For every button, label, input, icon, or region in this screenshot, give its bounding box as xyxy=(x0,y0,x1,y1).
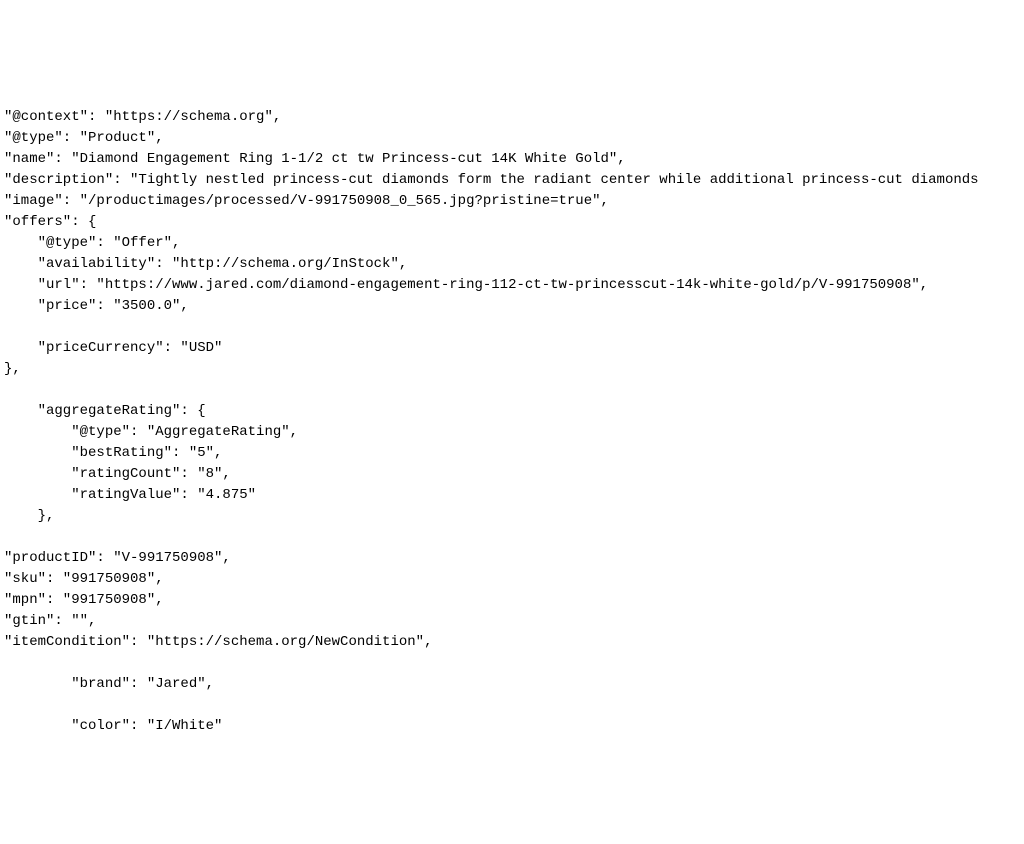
code-line: "price": "3500.0", xyxy=(4,298,189,314)
code-line: "availability": "http://schema.org/InSto… xyxy=(4,256,407,272)
code-line: "aggregateRating": { xyxy=(4,403,206,419)
code-line: "bestRating": "5", xyxy=(4,445,222,461)
code-line: "url": "https://www.jared.com/diamond-en… xyxy=(4,277,928,293)
code-line: }, xyxy=(4,361,21,377)
code-line: "gtin": "", xyxy=(4,613,96,629)
code-line: "ratingCount": "8", xyxy=(4,466,231,482)
code-line: "image": "/productimages/processed/V-991… xyxy=(4,193,609,209)
code-line: "@type": "AggregateRating", xyxy=(4,424,298,440)
code-line: "sku": "991750908", xyxy=(4,571,164,587)
code-line: "@context": "https://schema.org", xyxy=(4,109,281,125)
code-line: "description": "Tightly nestled princess… xyxy=(4,172,979,188)
code-line: "name": "Diamond Engagement Ring 1-1/2 c… xyxy=(4,151,626,167)
code-line: "priceCurrency": "USD" xyxy=(4,340,222,356)
code-line: "@type": "Product", xyxy=(4,130,164,146)
json-code-block: "@context": "https://schema.org", "@type… xyxy=(4,86,1020,737)
code-line: "offers": { xyxy=(4,214,96,230)
code-line: }, xyxy=(4,508,54,524)
code-line: "color": "I/White" xyxy=(4,718,222,734)
code-line: "mpn": "991750908", xyxy=(4,592,164,608)
code-line: "@type": "Offer", xyxy=(4,235,180,251)
code-line: "brand": "Jared", xyxy=(4,676,214,692)
code-line: "itemCondition": "https://schema.org/New… xyxy=(4,634,432,650)
code-line: "productID": "V-991750908", xyxy=(4,550,231,566)
code-line: "ratingValue": "4.875" xyxy=(4,487,256,503)
